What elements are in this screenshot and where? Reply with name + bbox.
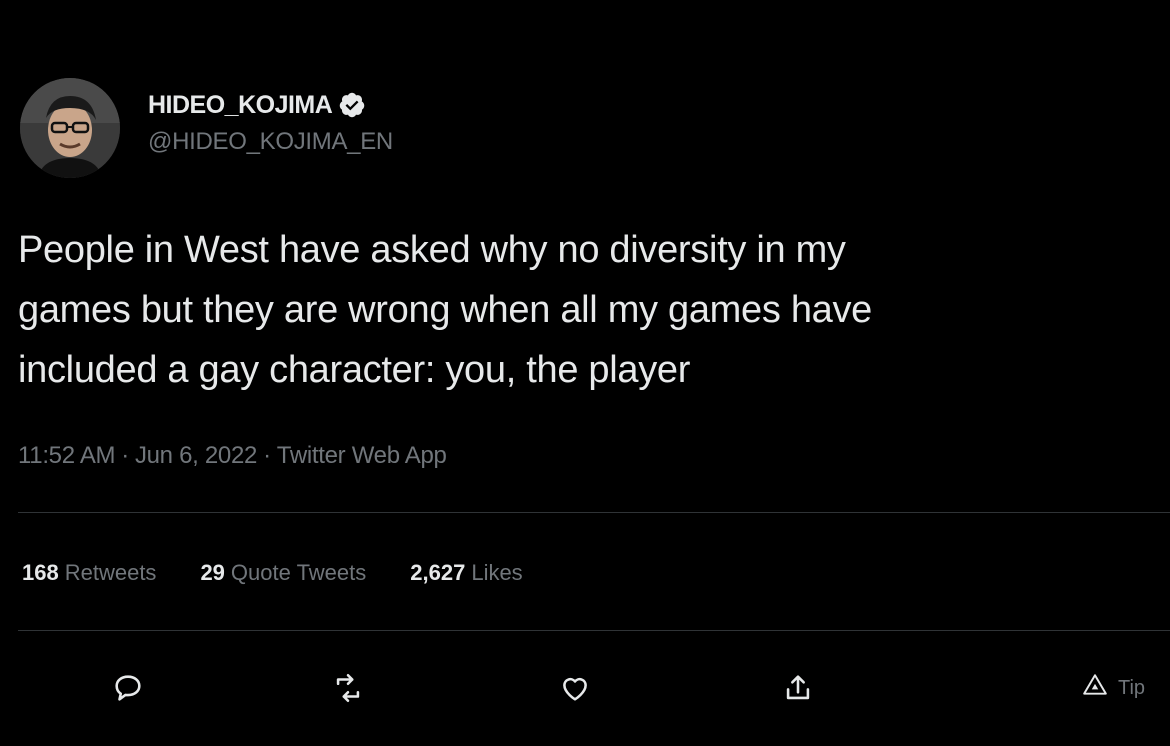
divider (18, 630, 1170, 631)
likes-stat[interactable]: 2,627 Likes (410, 560, 522, 586)
like-button[interactable] (545, 660, 605, 720)
tweet-text-line: included a gay character: you, the playe… (18, 349, 691, 391)
tweet-card: HIDEO_KOJIMA @HIDEO_KOJIMA_EN People in … (0, 0, 1170, 746)
divider (18, 512, 1170, 513)
meta-separator: · (121, 442, 129, 469)
author-display-name[interactable]: HIDEO_KOJIMA (148, 91, 333, 120)
share-button[interactable] (768, 660, 828, 720)
likes-count: 2,627 (410, 560, 466, 585)
tweet-source[interactable]: Twitter Web App (277, 442, 447, 469)
tweet-date[interactable]: Jun 6, 2022 (135, 442, 257, 469)
tip-icon (1082, 672, 1118, 704)
verified-badge-icon (338, 91, 366, 119)
quote-tweets-count: 29 (200, 560, 225, 585)
likes-label: Likes (471, 560, 523, 585)
action-bar: Tip (0, 660, 1170, 720)
meta-separator: · (263, 442, 271, 469)
retweet-icon (331, 671, 365, 710)
quote-tweets-label: Quote Tweets (230, 560, 367, 585)
engagement-stats: 168 Retweets 29 Quote Tweets 2,627 Likes (22, 560, 567, 586)
heart-icon (558, 671, 592, 710)
tip-button[interactable]: Tip (1082, 672, 1145, 704)
tweet-text-line: People in West have asked why no diversi… (18, 229, 846, 271)
avatar[interactable] (20, 78, 120, 178)
tweet-text-line: games but they are wrong when all my gam… (18, 289, 873, 331)
tip-label: Tip (1118, 676, 1146, 699)
retweets-count: 168 (22, 560, 59, 585)
reply-button[interactable] (98, 660, 158, 720)
quote-tweets-stat[interactable]: 29 Quote Tweets (200, 560, 366, 586)
retweets-stat[interactable]: 168 Retweets (22, 560, 156, 586)
retweet-button[interactable] (318, 660, 378, 720)
share-icon (781, 671, 815, 710)
author-handle[interactable]: @HIDEO_KOJIMA_EN (148, 128, 393, 156)
tweet-metadata: 11:52 AM · Jun 6, 2022 · Twitter Web App (18, 442, 447, 470)
retweets-label: Retweets (64, 560, 157, 585)
reply-icon (111, 671, 145, 710)
tweet-text: People in West have asked why no diversi… (18, 220, 1158, 400)
tweet-time[interactable]: 11:52 AM (18, 442, 116, 469)
author-info: HIDEO_KOJIMA @HIDEO_KOJIMA_EN (148, 88, 393, 156)
